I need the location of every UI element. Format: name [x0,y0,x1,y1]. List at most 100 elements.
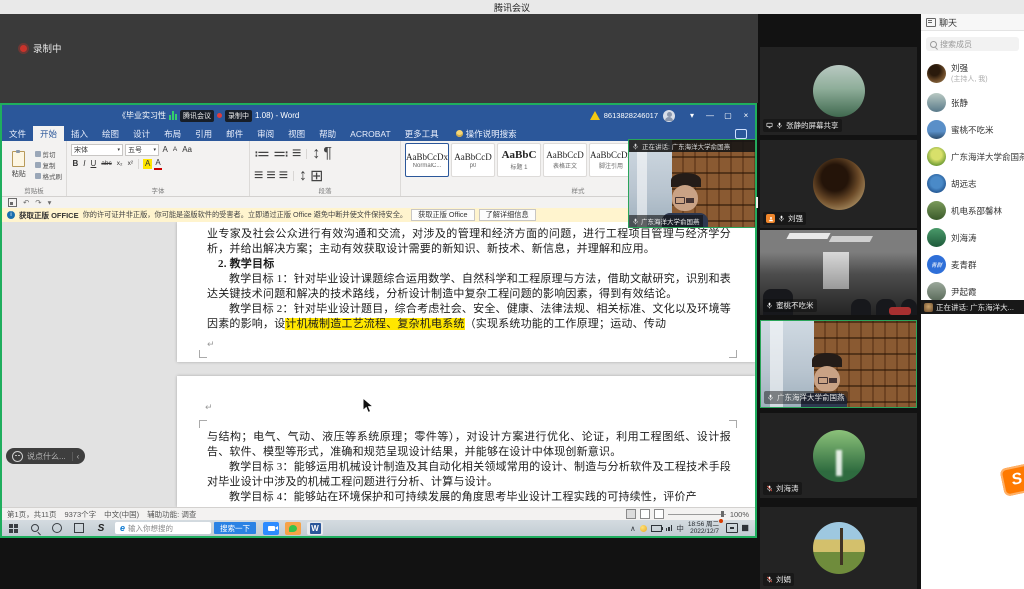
zoom-level[interactable]: 100% [730,510,749,519]
accessibility-status[interactable]: 辅助功能: 调查 [147,509,196,520]
tab-help[interactable]: 帮助 [312,126,343,141]
meeting-window-titlebar[interactable]: 腾讯会议 [0,0,1024,14]
zoom-slider[interactable] [668,514,726,515]
restore-button[interactable]: ▢ [719,105,737,126]
video-tile[interactable]: 刘娟 [760,507,917,589]
network-icon[interactable] [666,525,673,531]
italic-button[interactable]: I [82,159,87,169]
tab-acrobat[interactable]: ACROBAT [343,126,397,141]
ime-indicator[interactable]: 中 [676,523,684,534]
tab-home[interactable]: 开始 [33,126,64,141]
video-tile[interactable]: 刘海涛 [760,413,917,498]
video-tile-active-speaker[interactable]: 广东海洋大学俞国燕 [760,320,917,408]
tab-design[interactable]: 设计 [126,126,157,141]
underline-button[interactable]: U [89,159,98,169]
tab-insert[interactable]: 插入 [64,126,95,141]
member-row[interactable]: 青群 麦青群 [921,251,1024,278]
meeting-minibar[interactable]: 腾讯会议 录制中 [169,110,252,122]
superscript-button[interactable]: x² [126,159,134,169]
collapse-chevron-icon[interactable]: ‹ [77,452,80,461]
member-row[interactable]: 张静 [921,89,1024,116]
tab-references[interactable]: 引用 [188,126,219,141]
speaker-video-overlay[interactable]: 正在讲话: 广东海洋大学俞国燕 广东海洋大学俞国燕 [628,139,756,228]
font-name-select[interactable]: 宋体▾ [71,144,123,156]
battery-icon[interactable] [651,525,662,532]
account-avatar[interactable] [663,110,675,122]
style-item[interactable]: AaBbCcDx 脚注引用 [589,143,633,177]
tab-review[interactable]: 审阅 [250,126,281,141]
customize-qat-button[interactable]: ▾ [48,198,52,207]
style-item[interactable]: AaBbCcD 表格正文 [543,143,587,177]
touch-keyboard-icon[interactable] [726,523,738,533]
redo-button[interactable]: ↷ [35,198,41,207]
text-highlight-button[interactable]: A [143,159,151,169]
tab-layout[interactable]: 布局 [157,126,188,141]
shrink-font-button[interactable]: A [171,145,178,155]
taskbar-search-button[interactable] [24,520,46,536]
page-info[interactable]: 第1页，共11页 [7,509,56,520]
video-tile[interactable]: 蜜桃不吃米 [760,230,917,315]
tell-me-search[interactable]: 操作说明搜索 [456,128,517,140]
grow-font-button[interactable]: A [161,145,169,155]
sort-button[interactable]: ↕ [312,145,320,163]
web-layout-button[interactable] [654,509,664,519]
font-color-button[interactable]: A [154,158,162,170]
undo-button[interactable]: ↶ [23,198,29,207]
document-page-1[interactable]: 业专家及社会公众进行有效沟通和交流，对涉及的管理和经济方面的问题，进行工程项目管… [177,222,755,362]
numbering-button[interactable]: ≕ [273,144,289,164]
align-left-button[interactable]: ≡ [254,167,263,185]
paste-button[interactable]: 粘贴 [6,144,32,186]
tab-draw[interactable]: 绘图 [95,126,126,141]
learn-more-button[interactable]: 了解详细信息 [479,209,536,221]
style-item[interactable]: AaBbC 标题 1 [497,143,541,177]
close-button[interactable]: × [737,105,755,126]
action-center-icon[interactable] [742,524,751,533]
qq-tray-icon[interactable] [640,525,647,532]
document-page-2[interactable]: ↵ 与结构；电气、气动、液压等系统原理；零件等），对设计方案进行优化、论证，利用… [177,376,755,507]
tab-mailings[interactable]: 邮件 [219,126,250,141]
bold-button[interactable]: B [71,159,80,169]
tencent-meeting-taskbar-icon[interactable] [263,522,279,535]
strikethrough-button[interactable]: abc [100,159,113,169]
quick-chat-bubble[interactable]: 说点什么... ‹ [6,448,85,464]
member-row[interactable]: 胡远志 [921,170,1024,197]
taskbar-clock[interactable]: 18:56 周二 2022/12/7 [688,521,722,535]
task-view-button[interactable] [68,520,90,536]
tab-file[interactable]: 文件 [2,126,33,141]
member-search-input[interactable]: 搜索成员 [926,37,1019,51]
cut-button[interactable]: 剪切 [35,149,63,159]
comments-icon[interactable] [735,129,747,139]
word-count[interactable]: 9373个字 [64,509,96,520]
print-layout-button[interactable] [640,509,650,519]
align-right-button[interactable]: ≡ [279,167,288,185]
word-titlebar[interactable]: 《毕业实习性 腾讯会议 录制中 1.08) - Word 86138282460… [2,105,755,126]
font-size-select[interactable]: 五号▾ [125,144,159,156]
cortana-button[interactable] [46,520,68,536]
line-spacing-button[interactable]: ↕ [299,167,307,185]
language-status[interactable]: 中文(中国) [104,509,139,520]
show-hidden-icons-button[interactable]: ∧ [630,524,636,533]
save-button[interactable] [8,198,17,207]
align-center-button[interactable]: ≡ [266,167,275,185]
borders-button[interactable]: ⊞ [310,166,323,186]
start-button[interactable] [2,520,24,536]
taskbar-web-search[interactable]: e 输入你想搜的 [115,522,211,534]
sogou-ime-button[interactable]: S [90,520,112,536]
show-marks-button[interactable]: ¶ [323,145,332,163]
tab-more-tools[interactable]: 更多工具 [398,126,446,141]
member-row[interactable]: 刘强 (主持人, 我) [921,57,1024,89]
style-item[interactable]: AaBbCcD p0 [451,143,495,177]
word-taskbar-icon[interactable]: W [307,522,323,535]
video-tile[interactable]: 刘强 [760,140,917,228]
minimize-button[interactable]: — [701,105,719,126]
video-tile[interactable]: 张静的屏幕共享 [760,47,917,135]
license-warning-icon[interactable] [590,111,600,120]
change-case-button[interactable]: Aa [181,145,194,155]
tab-view[interactable]: 视图 [281,126,312,141]
web-search-button[interactable]: 搜索一下 [214,522,256,534]
member-row[interactable]: 蜜桃不吃米 [921,116,1024,143]
ribbon-display-options-button[interactable]: ▾ [683,105,701,126]
subscript-button[interactable]: x₂ [115,159,124,169]
account-id[interactable]: 8613828246017 [604,111,658,120]
member-row[interactable]: 广东海洋大学俞国燕 [921,143,1024,170]
